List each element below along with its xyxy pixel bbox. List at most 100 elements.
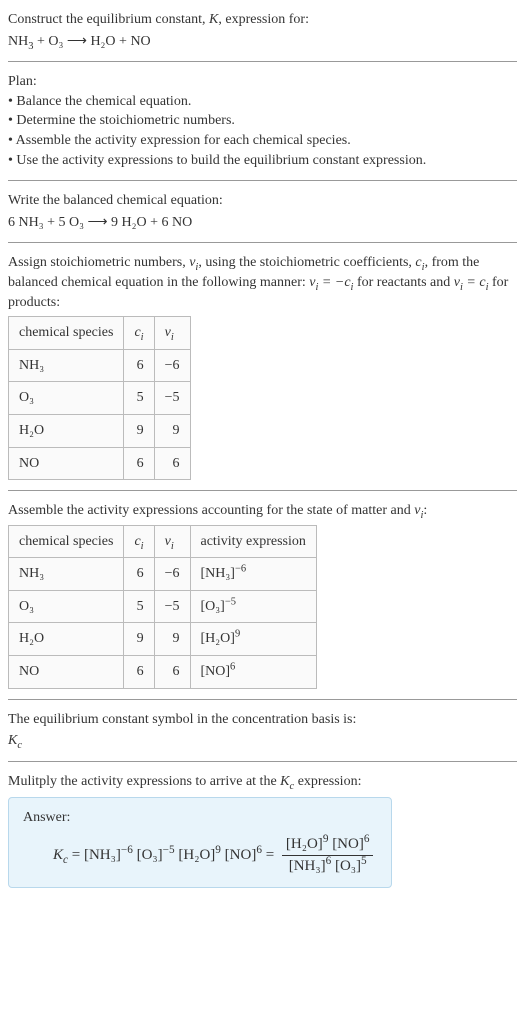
kc-inline: Kc — [280, 774, 294, 789]
table-row: NH₃6−6 — [9, 349, 191, 382]
cell-c: 5 — [124, 382, 154, 415]
cell-c: 6 — [124, 447, 154, 480]
assemble-a: Assemble the activity expressions accoun… — [8, 503, 414, 518]
cell-ae: [NH₃]−6 — [190, 558, 316, 591]
table-row: NO66[NO]6 — [9, 656, 317, 689]
eq2: = — [262, 847, 278, 863]
cell-v: −5 — [154, 382, 190, 415]
th-ci: ci — [124, 525, 154, 558]
nu-i: νi — [189, 255, 198, 270]
plan-title: Plan: — [8, 72, 517, 92]
divider — [8, 242, 517, 243]
assign-block: Assign stoichiometric numbers, νi, using… — [8, 253, 517, 480]
term-nh3: [NH₃]−6 — [84, 847, 133, 863]
cell-v: −6 — [154, 349, 190, 382]
divider — [8, 180, 517, 181]
cell-c: 6 — [124, 656, 154, 689]
cell-v: 6 — [154, 656, 190, 689]
stoich-table-1: chemical species ci νi NH₃6−6 O₃5−5 H₂O9… — [8, 316, 191, 480]
cell-v: −6 — [154, 558, 190, 591]
intro-text-b: , expression for: — [218, 12, 309, 27]
kc-symbol-label: The equilibrium constant symbol in the c… — [8, 710, 517, 730]
stoich-table-2: chemical species ci νi activity expressi… — [8, 525, 317, 689]
c-i: ci — [415, 255, 424, 270]
plan-b1: • Balance the chemical equation. — [8, 92, 517, 112]
balanced-label: Write the balanced chemical equation: — [8, 191, 517, 211]
table-header-row: chemical species ci νi — [9, 317, 191, 350]
th-ci: ci — [124, 317, 154, 350]
cell-ae: [H₂O]9 — [190, 623, 316, 656]
multiply-block: Mulitply the activity expressions to arr… — [8, 772, 517, 888]
intro-block: Construct the equilibrium constant, K, e… — [8, 10, 517, 51]
answer-label: Answer: — [23, 808, 377, 828]
cell-sp: H₂O — [9, 414, 124, 447]
cell-sp: H₂O — [9, 623, 124, 656]
term-o3: [O₃]−5 — [137, 847, 175, 863]
assemble-block: Assemble the activity expressions accoun… — [8, 501, 517, 689]
plan-b4: • Use the activity expressions to build … — [8, 151, 517, 171]
cell-c: 5 — [124, 590, 154, 623]
intro-equation: NH3 + O₃ ⟶ H₂O + NO — [8, 32, 517, 52]
term-no: [NO]6 — [225, 847, 262, 863]
assign-a: Assign stoichiometric numbers, — [8, 255, 189, 270]
table-row: H₂O99 — [9, 414, 191, 447]
kc-symbol: Kc — [8, 731, 517, 751]
assemble-b: : — [423, 503, 427, 518]
balanced-equation: 6 NH₃ + 5 O₃ ⟶ 9 H₂O + 6 NO — [8, 213, 517, 233]
term-h2o: [H₂O]9 — [178, 847, 221, 863]
cell-sp: O₃ — [9, 590, 124, 623]
plan-b2: • Determine the stoichiometric numbers. — [8, 111, 517, 131]
cell-v: 6 — [154, 447, 190, 480]
cell-c: 9 — [124, 623, 154, 656]
table-row: NH₃6−6[NH₃]−6 — [9, 558, 317, 591]
nu-eq-c: νi = ci — [454, 275, 489, 290]
balanced-block: Write the balanced chemical equation: 6 … — [8, 191, 517, 232]
divider — [8, 761, 517, 762]
eq1: = — [68, 847, 84, 863]
th-nui: νi — [154, 317, 190, 350]
intro-text-a: Construct the equilibrium constant, — [8, 12, 209, 27]
cell-v: −5 — [154, 590, 190, 623]
assign-d: for reactants and — [353, 275, 453, 290]
cell-v: 9 — [154, 623, 190, 656]
nu-eq-neg-c: νi = −ci — [309, 275, 353, 290]
th-species: chemical species — [9, 525, 124, 558]
plan-block: Plan: • Balance the chemical equation. •… — [8, 72, 517, 170]
assign-b: , using the stoichiometric coefficients, — [198, 255, 415, 270]
cell-v: 9 — [154, 414, 190, 447]
table-row: NO66 — [9, 447, 191, 480]
cell-ae: [NO]6 — [190, 656, 316, 689]
mult-a: Mulitply the activity expressions to arr… — [8, 774, 280, 789]
cell-sp: NO — [9, 447, 124, 480]
eq-nh: NH — [8, 34, 28, 49]
table-row: H₂O99[H₂O]9 — [9, 623, 317, 656]
cell-ae: [O₃]−5 — [190, 590, 316, 623]
cell-sp: NH₃ — [9, 349, 124, 382]
cell-c: 9 — [124, 414, 154, 447]
assign-text: Assign stoichiometric numbers, νi, using… — [8, 253, 517, 312]
table-row: O₃5−5 — [9, 382, 191, 415]
cell-c: 6 — [124, 558, 154, 591]
answer-box: Answer: Kc = [NH₃]−6 [O₃]−5 [H₂O]9 [NO]6… — [8, 797, 392, 888]
kc-lhs: Kc — [53, 847, 68, 863]
mult-b: expression: — [294, 774, 361, 789]
answer-equation: Kc = [NH₃]−6 [O₃]−5 [H₂O]9 [NO]6 = [H₂O]… — [23, 834, 377, 877]
plan-b3: • Assemble the activity expression for e… — [8, 131, 517, 151]
divider — [8, 490, 517, 491]
table-header-row: chemical species ci νi activity expressi… — [9, 525, 317, 558]
frac-denominator: [NH₃]6 [O₃]5 — [282, 856, 374, 877]
frac-numerator: [H₂O]9 [NO]6 — [282, 834, 374, 856]
th-species: chemical species — [9, 317, 124, 350]
divider — [8, 61, 517, 62]
K-symbol: K — [209, 12, 218, 27]
cell-sp: O₃ — [9, 382, 124, 415]
eq-rest: + O₃ ⟶ H₂O + NO — [33, 34, 150, 49]
divider — [8, 699, 517, 700]
th-nui: νi — [154, 525, 190, 558]
cell-sp: NH₃ — [9, 558, 124, 591]
intro-line1: Construct the equilibrium constant, K, e… — [8, 10, 517, 30]
th-activity: activity expression — [190, 525, 316, 558]
kc-symbol-block: The equilibrium constant symbol in the c… — [8, 710, 517, 751]
cell-sp: NO — [9, 656, 124, 689]
multiply-text: Mulitply the activity expressions to arr… — [8, 772, 517, 792]
